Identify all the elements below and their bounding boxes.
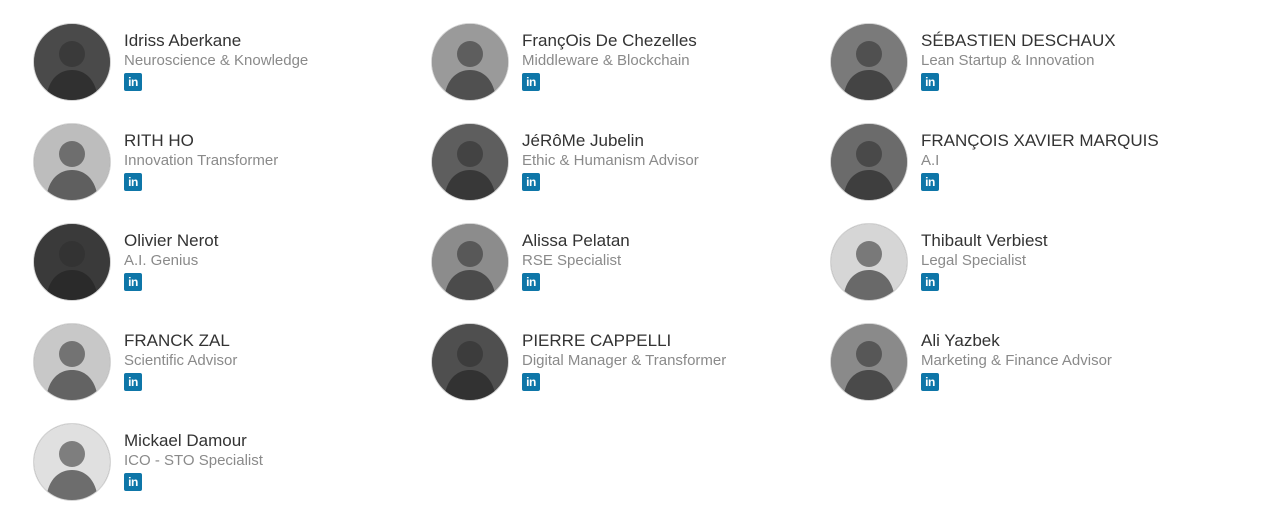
linkedin-icon[interactable]: in xyxy=(124,73,142,91)
member-name: Olivier Nerot xyxy=(124,231,219,250)
member-name: JéRôMe Jubelin xyxy=(522,131,644,150)
member-name: Ali Yazbek xyxy=(921,331,1000,350)
team-member-card: RITH HO Innovation Transformer in xyxy=(33,123,423,203)
team-member-card: PIERRE CAPPELLI Digital Manager & Transfo… xyxy=(431,323,821,403)
member-avatar xyxy=(431,223,509,301)
member-role: RSE Specialist xyxy=(522,252,622,269)
linkedin-icon[interactable]: in xyxy=(921,373,939,391)
member-avatar xyxy=(830,323,908,401)
linkedin-icon[interactable]: in xyxy=(522,73,540,91)
linkedin-icon[interactable]: in xyxy=(522,173,540,191)
team-member-card: Idriss Aberkane Neuroscience & Knowledge i… xyxy=(33,23,423,103)
member-avatar xyxy=(431,23,509,101)
member-role: Legal Specialist xyxy=(921,252,1027,269)
linkedin-icon[interactable]: in xyxy=(124,373,142,391)
member-name: FRANÇOIS XAVIER MARQUIS xyxy=(921,131,1159,150)
linkedin-icon[interactable]: in xyxy=(522,373,540,391)
member-name: Idriss Aberkane xyxy=(124,31,242,50)
member-avatar xyxy=(33,123,111,201)
linkedin-icon[interactable]: in xyxy=(921,73,939,91)
member-role: A.I. Genius xyxy=(124,252,199,269)
team-member-card: FRANÇOIS XAVIER MARQUIS A.I in xyxy=(830,123,1220,203)
linkedin-icon[interactable]: in xyxy=(124,173,142,191)
member-name: FrançOis De Chezelles xyxy=(522,31,697,50)
team-member-card: JéRôMe Jubelin Ethic & Humanism Advisor in xyxy=(431,123,821,203)
member-avatar xyxy=(431,123,509,201)
linkedin-icon[interactable]: in xyxy=(522,273,540,291)
team-member-card: Olivier Nerot A.I. Genius in xyxy=(33,223,423,303)
member-role: Scientific Advisor xyxy=(124,352,238,369)
member-avatar xyxy=(33,23,111,101)
member-name: Mickael Damour xyxy=(124,431,247,450)
team-member-card: Thibault Verbiest Legal Specialist in xyxy=(830,223,1220,303)
member-name: Thibault Verbiest xyxy=(921,231,1048,250)
member-avatar xyxy=(33,323,111,401)
linkedin-icon[interactable]: in xyxy=(921,273,939,291)
member-name: FRANCK ZAL xyxy=(124,331,230,350)
linkedin-icon[interactable]: in xyxy=(921,173,939,191)
member-avatar xyxy=(830,23,908,101)
member-role: Marketing & Finance Advisor xyxy=(921,352,1112,369)
member-role: Neuroscience & Knowledge xyxy=(124,52,309,69)
member-role: Innovation Transformer xyxy=(124,152,279,169)
member-name: Alissa Pelatan xyxy=(522,231,630,250)
team-member-card: Alissa Pelatan RSE Specialist in xyxy=(431,223,821,303)
team-member-card: Mickael Damour ICO - STO Specialist in xyxy=(33,423,423,503)
member-name: RITH HO xyxy=(124,131,194,150)
member-role: ICO - STO Specialist xyxy=(124,452,263,469)
member-role: A.I xyxy=(921,152,940,169)
member-role: Digital Manager & Transformer xyxy=(522,352,727,369)
team-member-card: FrançOis De Chezelles Middleware & Blockc… xyxy=(431,23,821,103)
member-avatar xyxy=(830,123,908,201)
team-member-card: SÉBASTIEN DESCHAUX Lean Startup & Innovat… xyxy=(830,23,1220,103)
member-role: Ethic & Humanism Advisor xyxy=(522,152,699,169)
linkedin-icon[interactable]: in xyxy=(124,273,142,291)
member-avatar xyxy=(431,323,509,401)
team-member-card: FRANCK ZAL Scientific Advisor in xyxy=(33,323,423,403)
member-name: SÉBASTIEN DESCHAUX xyxy=(921,31,1116,50)
member-avatar xyxy=(33,423,111,501)
member-role: Lean Startup & Innovation xyxy=(921,52,1095,69)
member-avatar xyxy=(33,223,111,301)
member-name: PIERRE CAPPELLI xyxy=(522,331,672,350)
member-avatar xyxy=(830,223,908,301)
team-grid: Idriss Aberkane Neuroscience & Knowledge i… xyxy=(0,0,1280,523)
member-role: Middleware & Blockchain xyxy=(522,52,690,69)
team-member-card: Ali Yazbek Marketing & Finance Advisor in xyxy=(830,323,1220,403)
linkedin-icon[interactable]: in xyxy=(124,473,142,491)
